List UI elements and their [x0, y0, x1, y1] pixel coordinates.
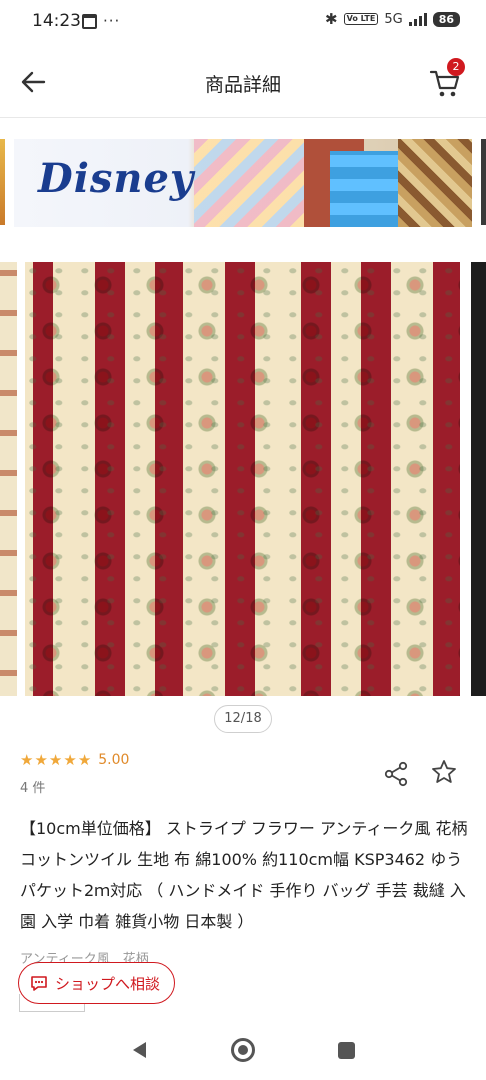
star-icon: ★: [20, 751, 34, 769]
star-outline-icon: [432, 760, 456, 783]
battery-icon: 86: [432, 11, 460, 27]
fabric-leaf-pattern: [25, 262, 460, 696]
header-divider: [0, 117, 486, 118]
rating-value: 5.00: [98, 752, 130, 768]
rating-row[interactable]: ★ ★ ★ ★ ★ 5.00: [20, 751, 129, 769]
disney-logo: Disney: [38, 155, 195, 202]
share-icon: [384, 761, 408, 787]
status-notification-icons: ···: [82, 12, 120, 30]
nav-recents-icon[interactable]: [338, 1042, 355, 1059]
signal-icon: [408, 12, 427, 26]
nav-home-icon[interactable]: [231, 1038, 255, 1062]
status-time: 14:23: [32, 11, 81, 31]
product-image-gallery[interactable]: [0, 262, 486, 696]
gallery-previous-peek: [0, 262, 17, 696]
system-navigation-bar: [0, 1020, 486, 1080]
bluetooth-icon: ✱: [325, 10, 338, 28]
banner-product-image: [194, 139, 304, 227]
cart-count-badge: 2: [447, 58, 465, 76]
app-header: 商品詳細 2: [0, 44, 486, 120]
status-bar: 14:23 ··· ✱ Vo LTE 5G 86: [0, 0, 486, 44]
more-notifications-indicator: ···: [103, 12, 121, 30]
gallery-next-peek: [471, 262, 486, 696]
disney-banner[interactable]: Disney: [14, 139, 472, 227]
banner-previous-peek: [0, 139, 5, 225]
star-icon: ★: [63, 751, 77, 769]
chat-bubble-icon: [31, 976, 47, 991]
page-title: 商品詳細: [204, 74, 281, 96]
star-icon: ★: [77, 751, 92, 769]
star-icon: ★: [34, 751, 48, 769]
nav-back-icon[interactable]: [130, 1040, 148, 1060]
banner-carousel[interactable]: Disney: [0, 127, 486, 237]
volte-icon: Vo LTE: [343, 13, 379, 25]
banner-product-image: [398, 139, 472, 227]
review-count[interactable]: 4 件: [20, 777, 45, 796]
calendar-icon: [82, 13, 97, 29]
banner-product-image: [330, 151, 398, 227]
share-button[interactable]: [382, 760, 410, 788]
star-icon: ★: [48, 751, 63, 769]
status-system-icons: ✱ Vo LTE 5G 86: [325, 10, 460, 28]
product-title: 【10cm単位価格】 ストライプ フラワー アンティーク風 花柄 コットンツイル…: [20, 819, 468, 931]
banner-next-peek: [481, 139, 486, 225]
network-type: 5G: [384, 11, 403, 27]
consult-shop-button[interactable]: ショップへ相談: [18, 962, 176, 1004]
favorite-button[interactable]: [430, 758, 458, 786]
image-counter: 12/18: [214, 705, 272, 733]
consult-button-label: ショップへ相談: [55, 974, 161, 993]
